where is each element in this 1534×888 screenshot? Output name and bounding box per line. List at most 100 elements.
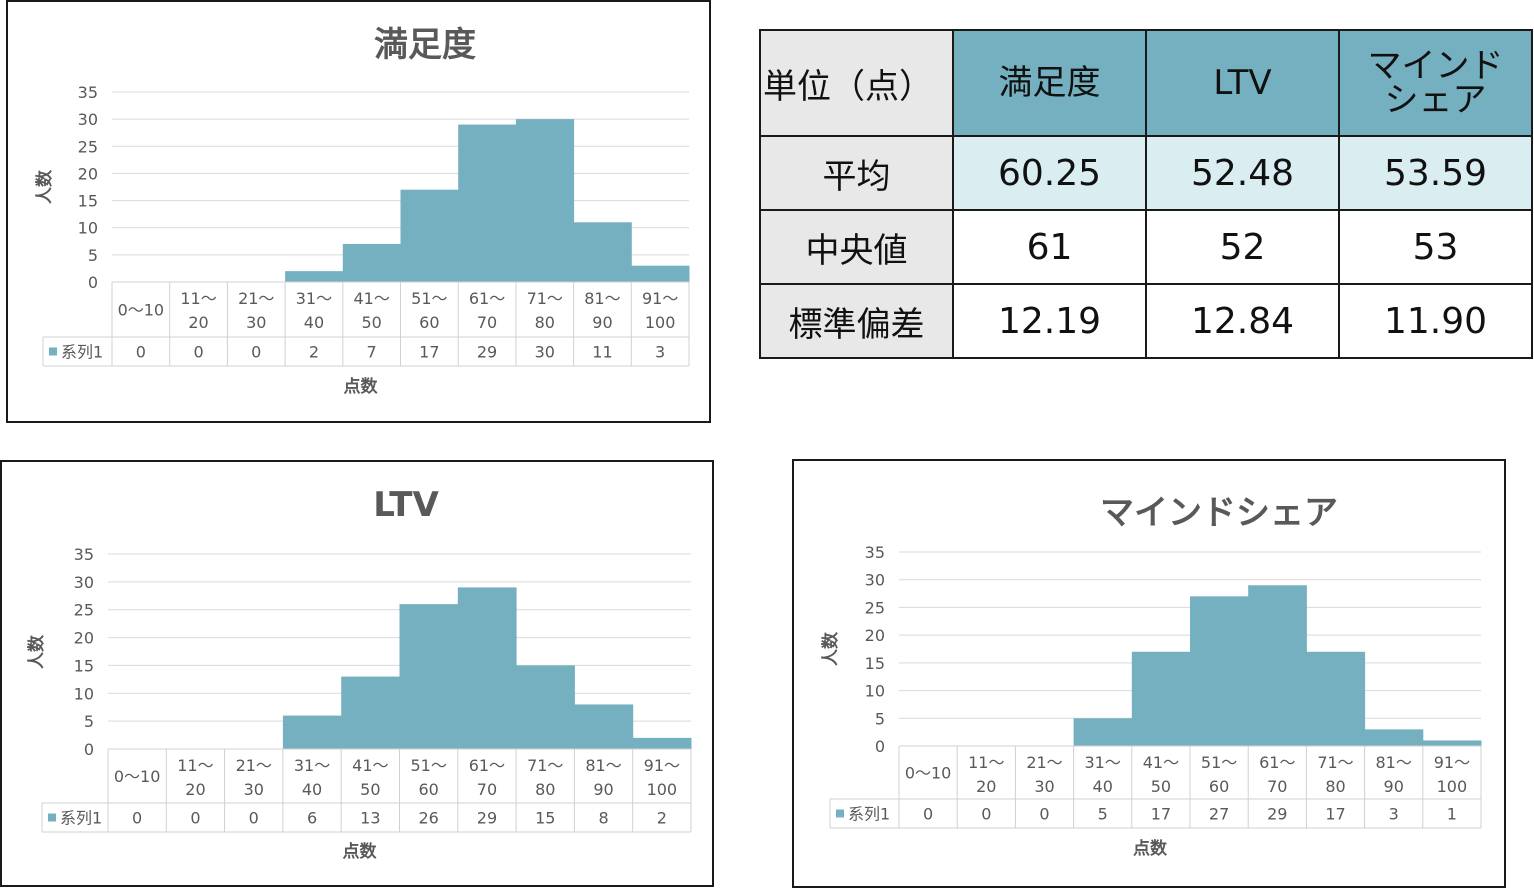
bar — [631, 265, 690, 282]
bar — [632, 737, 692, 749]
y-tick-label: 25 — [78, 137, 98, 156]
category-label: 70 — [1267, 777, 1287, 796]
category-label: 21～ — [1026, 753, 1062, 772]
data-value: 0 — [923, 805, 933, 824]
data-value: 5 — [1098, 805, 1108, 824]
data-value: 0 — [136, 343, 146, 362]
category-label: 50 — [360, 780, 380, 799]
data-value: 0 — [132, 809, 142, 828]
stats-header-satisfaction: 満足度 — [952, 29, 1147, 137]
category-label: 61～ — [469, 289, 505, 308]
data-value: 17 — [1325, 805, 1345, 824]
data-value: 26 — [418, 809, 438, 828]
category-label: 70 — [477, 780, 497, 799]
y-tick-label: 20 — [865, 626, 885, 645]
bar — [457, 587, 517, 749]
row-label-mean: 平均 — [759, 135, 954, 211]
category-label: 81～ — [584, 289, 620, 308]
chart-title: マインドシェア — [1100, 493, 1338, 533]
chart-satisfaction-svg: 満足度051015202530350～1011～2021～3031～4041～5… — [34, 25, 690, 397]
chart-ltv: LTV 0 5 10 15 20 25 30 35 0～10 11～ 20 21～ 30 31～ 40 41～ 5… — [0, 460, 714, 887]
category-label: 30 — [246, 313, 266, 332]
legend-key — [49, 347, 57, 356]
median-ltv: 52 — [1145, 209, 1340, 285]
y-tick-label: 30 — [74, 573, 94, 592]
chart-satisfaction: 満足度 0 5 10 15 20 25 30 35 0～10 11～ 20 21～ 30 31～ 40 41～ 5… — [6, 0, 711, 423]
chart-title: 満足度 — [374, 25, 476, 65]
x-axis-label: 点数 — [344, 376, 379, 397]
data-value: 0 — [193, 343, 203, 362]
y-tick-label: 0 — [84, 740, 94, 759]
stats-header-ltv: LTV — [1145, 29, 1340, 137]
category-label: 91～ — [642, 289, 678, 308]
data-value: 29 — [1267, 805, 1287, 824]
bar — [515, 119, 575, 283]
stats-row-mean: 平均 60.25 52.48 53.59 — [759, 135, 1533, 211]
bar — [282, 715, 342, 749]
category-label: 80 — [535, 780, 555, 799]
data-value: 29 — [477, 809, 497, 828]
category-label: 31～ — [296, 289, 332, 308]
y-tick-label: 30 — [78, 110, 98, 129]
category-label: 0～10 — [114, 767, 161, 786]
bar — [400, 189, 459, 282]
category-label: 31～ — [1085, 753, 1121, 772]
category-label: 51～ — [1201, 753, 1237, 772]
y-tick-label: 20 — [74, 629, 94, 648]
stats-corner-cell: 単位（点） — [759, 29, 954, 137]
category-label: 41～ — [352, 756, 388, 775]
category-label: 30 — [244, 780, 264, 799]
category-label: 30 — [1034, 777, 1054, 796]
bar — [1073, 718, 1133, 746]
category-label: 61～ — [1259, 753, 1295, 772]
category-label: 60 — [1209, 777, 1229, 796]
category-label: 91～ — [644, 756, 680, 775]
y-tick-label: 10 — [74, 684, 94, 703]
category-label: 100 — [1437, 777, 1468, 796]
y-tick-label: 30 — [865, 571, 885, 590]
data-value: 2 — [657, 809, 667, 828]
category-label: 11～ — [177, 756, 213, 775]
legend-label: 系列1 — [848, 805, 890, 824]
category-label: 100 — [647, 780, 678, 799]
bar — [285, 271, 344, 282]
y-tick-label: 10 — [865, 682, 885, 701]
data-value: 3 — [1389, 805, 1399, 824]
header-line: シェア — [1384, 80, 1487, 120]
category-label: 31～ — [294, 756, 330, 775]
y-axis-label: 人数 — [820, 631, 841, 666]
row-label-median: 中央値 — [759, 209, 954, 285]
category-label: 50 — [1151, 777, 1171, 796]
category-label: 61～ — [469, 756, 505, 775]
x-axis-label: 点数 — [1133, 838, 1168, 859]
data-value: 8 — [598, 809, 608, 828]
y-tick-label: 15 — [865, 654, 885, 673]
data-value: 13 — [360, 809, 380, 828]
bar — [458, 124, 517, 282]
data-value: 1 — [1447, 805, 1457, 824]
data-value: 15 — [535, 809, 555, 828]
data-value: 0 — [249, 809, 259, 828]
category-label: 11～ — [968, 753, 1004, 772]
y-tick-label: 35 — [78, 83, 98, 102]
chart-ltv-svg: LTV051015202530350～1011～2021～3031～4041～5… — [26, 485, 692, 862]
y-tick-label: 5 — [88, 246, 98, 265]
category-label: 81～ — [1376, 753, 1412, 772]
category-label: 60 — [418, 780, 438, 799]
legend-label: 系列1 — [60, 809, 102, 828]
stddev-ltv: 12.84 — [1145, 283, 1340, 359]
category-label: 90 — [592, 313, 612, 332]
stddev-mindshare: 11.90 — [1338, 283, 1533, 359]
category-label: 51～ — [411, 289, 447, 308]
data-value: 6 — [307, 809, 317, 828]
category-label: 20 — [976, 777, 996, 796]
y-tick-label: 35 — [74, 545, 94, 564]
category-label: 70 — [477, 313, 497, 332]
category-label: 91～ — [1434, 753, 1470, 772]
data-value: 0 — [981, 805, 991, 824]
legend-key — [836, 809, 844, 818]
bar — [574, 704, 634, 749]
chart-mindshare-svg: マインドシェア051015202530350～1011～2021～3031～40… — [820, 493, 1482, 859]
data-value: 0 — [1039, 805, 1049, 824]
y-tick-label: 5 — [84, 712, 94, 731]
